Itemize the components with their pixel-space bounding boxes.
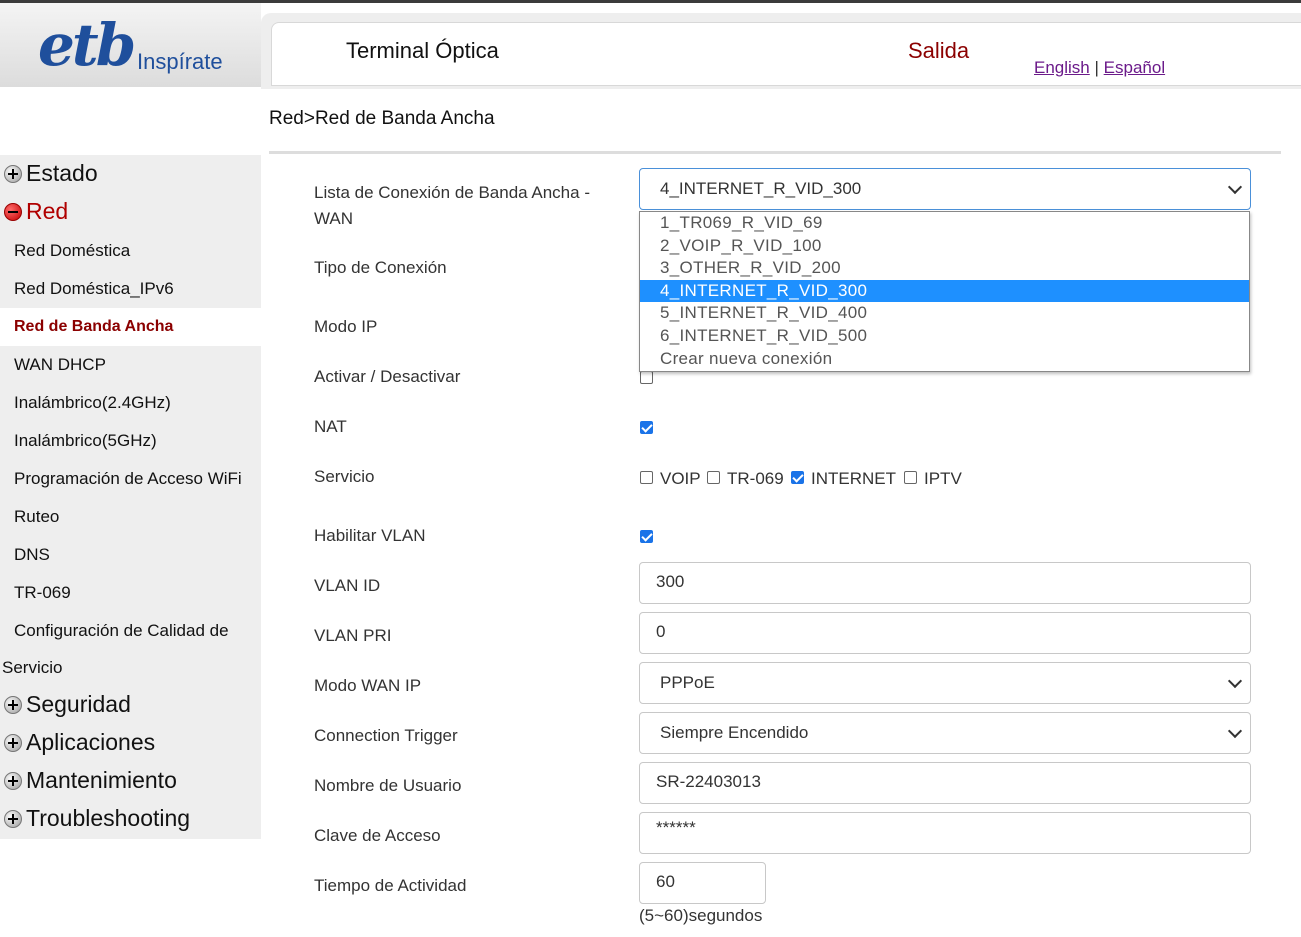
expand-plus-icon	[4, 809, 22, 828]
language-separator: |	[1094, 58, 1099, 77]
servicio-label: Servicio	[314, 467, 375, 486]
menu-aplicaciones[interactable]: Aplicaciones	[4, 729, 155, 756]
sidebar-item-red-banda-ancha[interactable]: Red de Banda Ancha	[14, 318, 173, 336]
chevron-down-icon	[1227, 723, 1243, 739]
menu-mantenimiento[interactable]: Mantenimiento	[4, 767, 177, 794]
sidebar-item-dns[interactable]: DNS	[14, 545, 50, 565]
dropdown-option[interactable]: 2_VOIP_R_VID_100	[640, 235, 1249, 258]
etb-logo: etb	[38, 11, 136, 79]
menu-estado-label: Estado	[26, 160, 98, 186]
menu-troubleshooting[interactable]: Troubleshooting	[4, 805, 190, 832]
internet-label: INTERNET	[811, 469, 896, 488]
activar-checkbox[interactable]	[640, 371, 653, 384]
expand-plus-icon	[4, 695, 22, 714]
vlan-id-input[interactable]: 300	[639, 562, 1251, 604]
sidebar-item-tr069[interactable]: TR-069	[14, 583, 71, 603]
connection-trigger-value: Siempre Encendido	[660, 723, 809, 742]
sidebar-item-qos-cont[interactable]: Servicio	[2, 658, 62, 678]
menu-red-label: Red	[26, 198, 69, 224]
sidebar-item-red-domestica-ipv6[interactable]: Red Doméstica_IPv6	[14, 279, 174, 299]
nat-label: NAT	[314, 417, 347, 436]
dropdown-option-selected[interactable]: 4_INTERNET_R_VID_300	[640, 279, 1249, 303]
wan-ip-mode-value: PPPoE	[660, 673, 715, 692]
password-input[interactable]: ******	[639, 812, 1251, 854]
language-switch: English | Español	[1034, 58, 1165, 78]
vlan-id-label: VLAN ID	[314, 576, 381, 595]
idle-time-label: Tiempo de Actividad	[314, 876, 467, 895]
expand-plus-icon	[4, 733, 22, 752]
iptv-label: IPTV	[924, 469, 962, 488]
dropdown-option[interactable]: 3_OTHER_R_VID_200	[640, 257, 1249, 280]
lista-label: Lista de Conexión de Banda Ancha - WAN	[314, 180, 590, 232]
internet-checkbox[interactable]	[791, 471, 804, 484]
sidebar-item-wifi-24[interactable]: Inalámbrico(2.4GHz)	[14, 393, 171, 413]
username-input[interactable]: SR-22403013	[639, 762, 1251, 804]
breadcrumb: Red>Red de Banda Ancha	[269, 108, 495, 129]
menu-estado[interactable]: Estado	[4, 160, 98, 187]
iptv-checkbox[interactable]	[904, 471, 917, 484]
logo-area: etb Inspírate	[0, 3, 261, 87]
menu-red[interactable]: Red	[4, 198, 68, 225]
dropdown-option[interactable]: 1_TR069_R_VID_69	[640, 212, 1249, 235]
dropdown-option[interactable]: 5_INTERNET_R_VID_400	[640, 302, 1249, 325]
connection-trigger-select[interactable]: Siempre Encendido	[639, 712, 1251, 754]
menu-seguridad-label: Seguridad	[26, 691, 131, 717]
vlan-pri-input[interactable]: 0	[639, 612, 1251, 654]
username-label: Nombre de Usuario	[314, 776, 462, 795]
menu-troubleshooting-label: Troubleshooting	[26, 805, 191, 831]
activar-label: Activar / Desactivar	[314, 367, 461, 386]
chevron-down-icon	[1227, 673, 1243, 689]
vlan-enable-checkbox[interactable]	[640, 530, 653, 543]
dropdown-option-new[interactable]: Crear nueva conexión	[640, 348, 1249, 371]
divider	[269, 151, 1281, 154]
idle-time-input[interactable]: 60	[639, 862, 766, 904]
sidebar-item-qos[interactable]: Configuración de Calidad de	[14, 621, 229, 641]
connection-list-value: 4_INTERNET_R_VID_300	[660, 179, 862, 198]
lista-label-line2: WAN	[314, 209, 354, 228]
tr069-service-label: TR-069	[727, 469, 784, 488]
menu-aplicaciones-label: Aplicaciones	[26, 729, 156, 755]
tr069-checkbox[interactable]	[707, 471, 720, 484]
dropdown-option[interactable]: 6_INTERNET_R_VID_500	[640, 325, 1249, 348]
sidebar-item-wan-dhcp[interactable]: WAN DHCP	[14, 355, 106, 375]
expand-plus-icon	[4, 164, 22, 183]
chevron-down-icon	[1227, 179, 1243, 195]
connection-list-select[interactable]: 4_INTERNET_R_VID_300	[639, 168, 1251, 210]
vlan-enable-label: Habilitar VLAN	[314, 526, 426, 545]
password-label: Clave de Acceso	[314, 826, 441, 845]
wan-ip-label: Modo WAN IP	[314, 676, 422, 695]
english-link[interactable]: English	[1034, 58, 1090, 77]
sidebar-item-red-domestica[interactable]: Red Doméstica	[14, 241, 130, 261]
lista-label-line1: Lista de Conexión de Banda Ancha -	[314, 183, 590, 202]
nat-checkbox[interactable]	[640, 421, 653, 434]
logout-link[interactable]: Salida	[908, 38, 969, 64]
espanol-link[interactable]: Español	[1104, 58, 1165, 77]
expand-plus-icon	[4, 771, 22, 790]
sidebar-item-wifi-schedule[interactable]: Programación de Acceso WiFi	[14, 469, 242, 489]
menu-seguridad[interactable]: Seguridad	[4, 691, 131, 718]
modo-ip-label: Modo IP	[314, 317, 378, 336]
voip-label: VOIP	[660, 469, 701, 488]
sidebar-item-wifi-5[interactable]: Inalámbrico(5GHz)	[14, 431, 157, 451]
voip-checkbox[interactable]	[640, 471, 653, 484]
sidebar-item-ruteo[interactable]: Ruteo	[14, 507, 59, 527]
tipo-conexion-label: Tipo de Conexión	[314, 258, 447, 277]
logo-tagline: Inspírate	[137, 49, 223, 74]
collapse-minus-icon	[4, 202, 22, 221]
vlan-pri-label: VLAN PRI	[314, 626, 392, 645]
page-title: Terminal Óptica	[346, 38, 499, 63]
wan-ip-mode-select[interactable]: PPPoE	[639, 662, 1251, 704]
trigger-label: Connection Trigger	[314, 726, 458, 745]
idle-time-hint: (5~60)segundos	[639, 906, 763, 925]
menu-mantenimiento-label: Mantenimiento	[26, 767, 177, 793]
connection-list-dropdown: 1_TR069_R_VID_69 2_VOIP_R_VID_100 3_OTHE…	[639, 211, 1250, 372]
